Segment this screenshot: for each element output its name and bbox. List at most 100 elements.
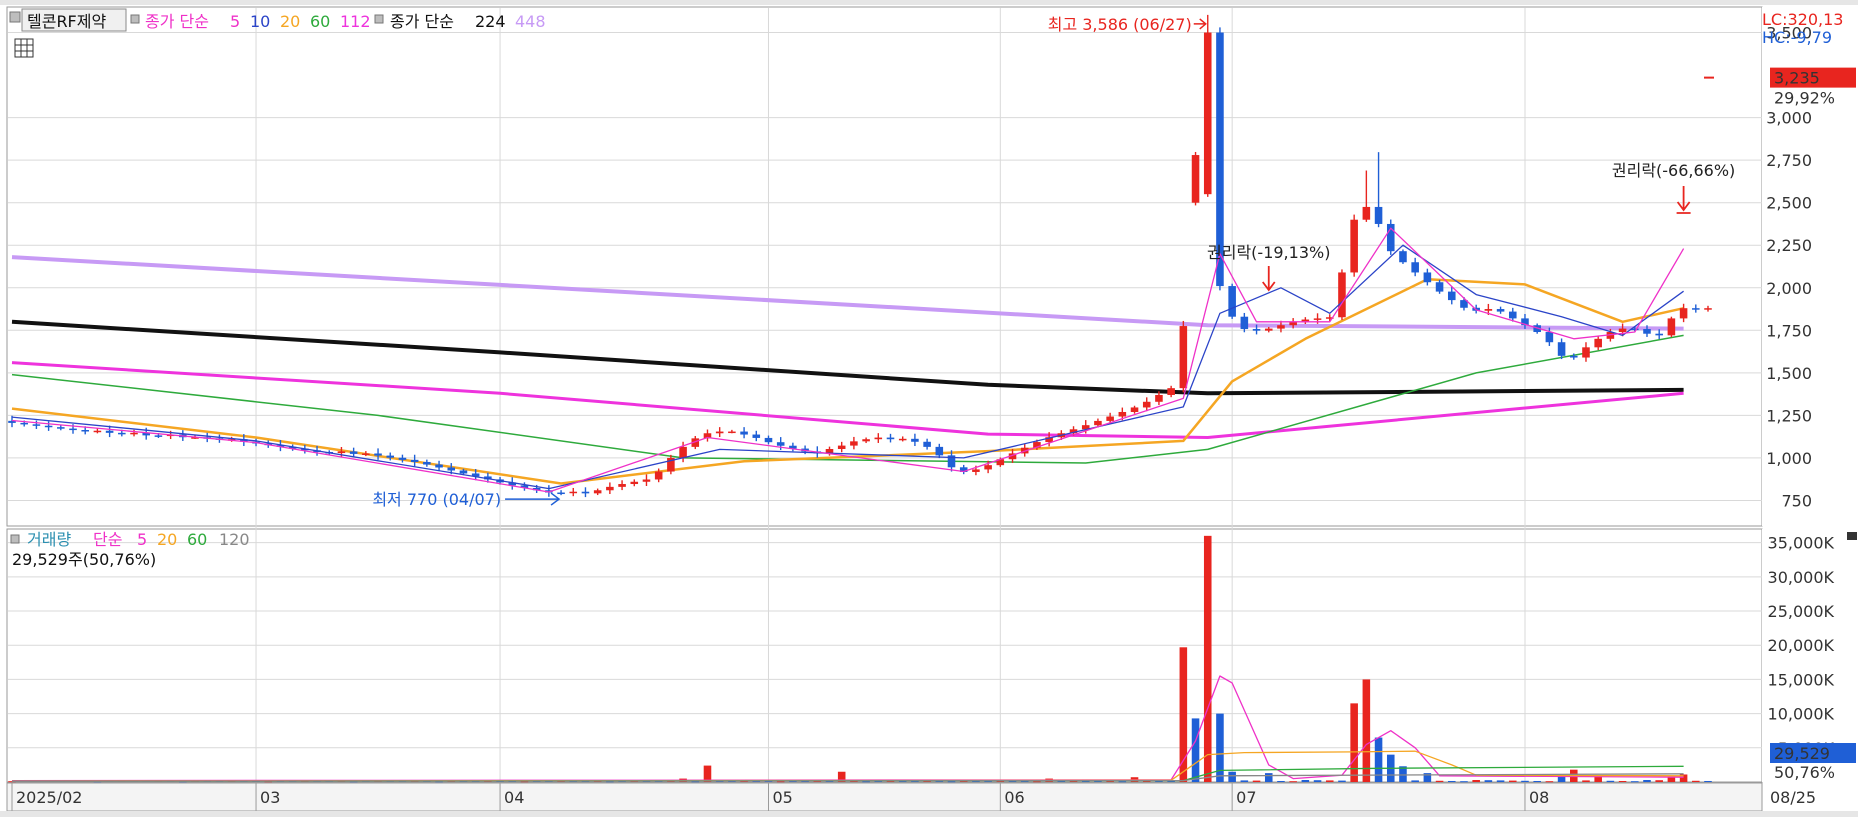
candle-body: [374, 453, 382, 456]
candle-body: [1667, 318, 1676, 336]
candle-body: [1338, 272, 1346, 318]
volume-ma-5: 5: [137, 530, 147, 549]
candle-body: [715, 431, 724, 434]
candle-body: [1582, 347, 1590, 358]
candle-body: [1118, 411, 1127, 417]
candle-body: [1142, 401, 1151, 408]
candle-body: [1106, 416, 1114, 421]
high-price-annotation: 최고 3,586 (06/27): [1048, 15, 1192, 34]
table-icon[interactable]: [14, 38, 34, 58]
volume-tick-label: 15,000K: [1768, 670, 1835, 689]
candle-body: [1594, 338, 1602, 348]
candle-body: [1155, 394, 1163, 402]
volume-bar: [1203, 535, 1212, 782]
volume-ma-label: 단순: [93, 530, 122, 549]
candle-body: [837, 445, 846, 450]
current-volume-pct: 50,76%: [1774, 763, 1835, 782]
candle-body: [874, 437, 883, 440]
current-price-label: 3,235: [1774, 69, 1820, 88]
volume-bar: [1460, 781, 1468, 783]
candle-body: [130, 432, 138, 435]
candle-body: [630, 481, 639, 485]
candle-body: [850, 441, 858, 446]
candle-body: [886, 437, 895, 440]
volume-ma-120: 120: [219, 530, 250, 549]
candle-body: [1240, 316, 1249, 330]
candle-body: [1447, 291, 1456, 301]
legend-marker: [9, 11, 21, 23]
volume-bar: [1301, 780, 1310, 782]
date-tick-label: 03: [260, 788, 280, 807]
candle-body: [972, 469, 980, 472]
candle-body: [93, 430, 102, 433]
price-tick-label: 2,000: [1766, 279, 1812, 298]
volume-bar: [1508, 780, 1517, 782]
candle-body: [1411, 262, 1419, 273]
candle-body: [642, 479, 651, 482]
candle-body: [923, 441, 931, 447]
candle-body: [1484, 309, 1493, 311]
ma-legend-224: 224: [475, 12, 506, 31]
candle-body: [398, 457, 407, 460]
volume-bar: [1313, 780, 1322, 782]
volume-tick-label: 20,000K: [1768, 636, 1835, 655]
volume-panel-toggle-icon[interactable]: [1847, 532, 1857, 540]
stock-chart: 3,5003,0002,7502,5002,2502,0001,7501,500…: [0, 0, 1858, 817]
candle-body: [410, 459, 419, 462]
candle-body: [362, 453, 370, 455]
volume-bar: [1704, 780, 1712, 782]
volume-bar: [1618, 780, 1627, 782]
candle-body: [935, 446, 944, 456]
volume-bar: [1606, 780, 1615, 782]
date-tick-label: 08/25: [1770, 788, 1816, 807]
date-tick-label: 08: [1529, 788, 1549, 807]
candle-body: [1655, 333, 1663, 336]
candle-body: [1423, 272, 1432, 283]
volume-tick-label: 30,000K: [1768, 568, 1835, 587]
candle-body: [654, 471, 663, 480]
candle-body: [679, 446, 687, 458]
candle-body: [1679, 308, 1688, 319]
volume-bar: [1582, 780, 1590, 782]
price-tick-label: 750: [1781, 491, 1812, 510]
candle-body: [862, 439, 870, 442]
candle-body: [1557, 342, 1566, 356]
candle-body: [44, 425, 53, 428]
candle-body: [1179, 326, 1188, 389]
candle-body: [1350, 219, 1358, 273]
price-tick-label: 2,250: [1766, 236, 1812, 255]
volume-bar: [1338, 780, 1346, 782]
candle-body: [1399, 251, 1407, 263]
ma-legend-448: 448: [515, 12, 546, 31]
volume-bar: [1325, 780, 1334, 782]
ma-legend-label-2: 종가 단순: [390, 12, 454, 31]
candle-body: [81, 429, 89, 432]
volume-bar: [1692, 780, 1700, 782]
candle-body: [1496, 309, 1505, 312]
lc-label: LC:320,13: [1762, 10, 1843, 29]
candle-body: [1435, 282, 1444, 292]
volume-ma-20: 20: [157, 530, 177, 549]
date-tick-label: 04: [504, 788, 524, 807]
candle-body: [1704, 308, 1712, 310]
candle-body: [1203, 32, 1212, 195]
candle-body: [20, 422, 28, 425]
volume-bar: [1350, 703, 1358, 782]
candle-body: [618, 484, 626, 487]
volume-bar: [1472, 780, 1480, 782]
price-tick-label: 1,750: [1766, 321, 1812, 340]
volume-bar: [1362, 679, 1371, 782]
price-tick-label: 1,000: [1766, 449, 1812, 468]
candle-body: [1362, 206, 1371, 220]
volume-bar: [1484, 780, 1493, 782]
volume-bar: [1667, 777, 1676, 782]
candle-body: [1618, 328, 1627, 333]
candle-body: [776, 442, 785, 446]
price-tick-label: 2,750: [1766, 151, 1812, 170]
volume-tick-label: 10,000K: [1768, 705, 1835, 724]
current-volume-label: 29,529: [1774, 744, 1830, 763]
candle-body: [118, 432, 126, 435]
ma-legend-20: 20: [280, 12, 300, 31]
candle-body: [1167, 388, 1175, 395]
candle-body: [1277, 325, 1285, 329]
